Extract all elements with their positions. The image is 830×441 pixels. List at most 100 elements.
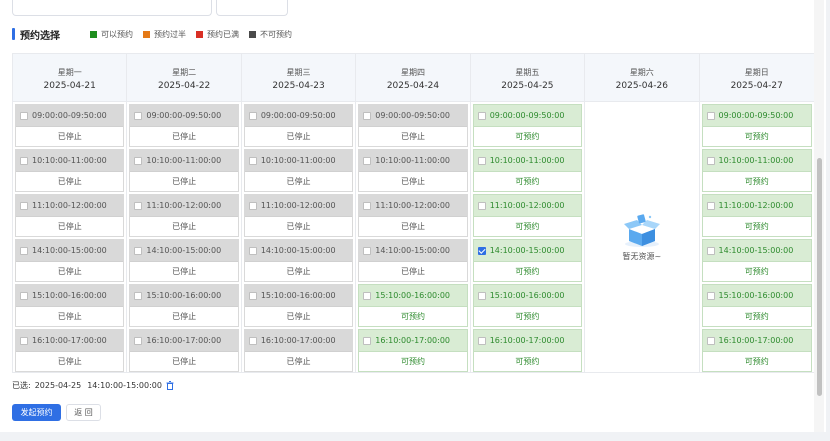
slot-header: 15:10:00-16:00:00 [702, 285, 811, 306]
slot-status: 可预约 [702, 261, 811, 281]
submit-booking-button[interactable]: 发起预约 [12, 404, 61, 421]
weekday-label: 星期五 [515, 68, 540, 77]
slot-time: 16:10:00-17:00:00 [489, 336, 565, 345]
time-slot[interactable]: 15:10:00-16:00:00 可预约 [701, 284, 812, 327]
day-header: 星期二 2025-04-22 [127, 54, 241, 102]
time-slot[interactable]: 10:10:00-11:00:00 可预约 [701, 149, 812, 192]
slot-status: 已停止 [244, 261, 353, 281]
slot-checkbox[interactable] [706, 156, 715, 165]
back-button[interactable]: 返 回 [66, 404, 101, 421]
delete-icon[interactable] [166, 381, 174, 390]
slot-checkbox[interactable] [477, 291, 486, 300]
slot-status: 已停止 [244, 126, 353, 146]
slot-checkbox[interactable] [706, 291, 715, 300]
date-label: 2025-04-21 [43, 81, 96, 91]
slot-time: 10:10:00-11:00:00 [718, 156, 794, 165]
legend-row: 预约选择 可以预约 预约过半 预约已满 不可预约 [12, 26, 302, 42]
time-slot: 10:10:00-11:00:00 已停止 [358, 149, 468, 192]
slot-status: 已停止 [244, 351, 353, 371]
slot-checkbox [20, 336, 28, 345]
slot-checkbox [363, 246, 372, 255]
slot-time: 16:10:00-17:00:00 [260, 336, 336, 345]
section-accent [12, 28, 15, 40]
day-column: 星期日 2025-04-27 09:00:00-09:50:00 可预约 10:10:0… [699, 54, 814, 372]
slot-time: 15:10:00-16:00:00 [489, 291, 565, 300]
slot-checkbox[interactable] [706, 111, 715, 120]
slot-time: 09:00:00-09:50:00 [718, 111, 794, 120]
time-slot: 09:00:00-09:50:00 已停止 [243, 104, 354, 147]
slot-header: 09:00:00-09:50:00 [473, 105, 582, 126]
time-slot[interactable]: 15:10:00-16:00:00 可预约 [472, 284, 583, 327]
slot-status: 已停止 [16, 306, 124, 326]
slot-status: 可预约 [473, 351, 582, 371]
time-slot[interactable]: 14:10:00-15:00:00 可预约 [701, 239, 812, 282]
time-slot[interactable]: 11:10:00-12:00:00 可预约 [472, 194, 583, 237]
slot-status: 可预约 [702, 306, 811, 326]
time-slot[interactable]: 10:10:00-11:00:00 可预约 [472, 149, 583, 192]
slot-checkbox[interactable] [706, 246, 715, 255]
slot-checkbox[interactable] [477, 246, 486, 255]
slot-list: 09:00:00-09:50:00 可预约 10:10:00-11:00:00 可预约… [700, 102, 814, 372]
slot-checkbox [20, 111, 28, 120]
time-slot[interactable]: 15:10:00-16:00:00 可预约 [358, 284, 468, 327]
selected-summary: 已选: 2025-04-25 14:10:00-15:00:00 [12, 380, 174, 391]
slot-time: 15:10:00-16:00:00 [32, 291, 107, 300]
slot-time: 14:10:00-15:00:00 [718, 246, 794, 255]
slot-time: 14:10:00-15:00:00 [32, 246, 107, 255]
selected-time: 14:10:00-15:00:00 [87, 381, 162, 390]
slot-checkbox[interactable] [477, 336, 486, 345]
slot-header: 14:10:00-15:00:00 [16, 240, 124, 261]
slot-checkbox [363, 201, 372, 210]
time-slot: 16:10:00-17:00:00 已停止 [15, 329, 125, 372]
slot-checkbox[interactable] [477, 111, 486, 120]
slot-checkbox [134, 291, 143, 300]
slot-checkbox [248, 156, 257, 165]
empty-state: 暂无资源~ [585, 102, 698, 372]
slot-status: 已停止 [130, 306, 238, 326]
slot-time: 16:10:00-17:00:00 [32, 336, 107, 345]
legend-items: 可以预约 预约过半 预约已满 不可预约 [90, 29, 302, 40]
date-label: 2025-04-26 [615, 81, 668, 91]
time-slot: 14:10:00-15:00:00 已停止 [243, 239, 354, 282]
slot-checkbox [248, 336, 257, 345]
top-pager[interactable] [216, 0, 288, 16]
slot-checkbox[interactable] [706, 201, 715, 210]
slot-checkbox[interactable] [706, 336, 715, 345]
slot-header: 09:00:00-09:50:00 [359, 105, 467, 126]
slot-status: 已停止 [244, 216, 353, 236]
time-slot[interactable]: 16:10:00-17:00:00 可预约 [358, 329, 468, 372]
slot-status: 可预约 [473, 216, 582, 236]
slot-status: 可预约 [473, 306, 582, 326]
slot-header: 16:10:00-17:00:00 [244, 330, 353, 351]
top-input[interactable] [12, 0, 212, 16]
slot-status: 已停止 [130, 216, 238, 236]
legend-item: 不可预约 [249, 29, 292, 40]
time-slot: 16:10:00-17:00:00 已停止 [243, 329, 354, 372]
slot-header: 14:10:00-15:00:00 [702, 240, 811, 261]
slot-checkbox[interactable] [363, 291, 372, 300]
date-label: 2025-04-25 [501, 81, 554, 91]
slot-time: 10:10:00-11:00:00 [32, 156, 107, 165]
slot-time: 16:10:00-17:00:00 [146, 336, 222, 345]
slot-time: 09:00:00-09:50:00 [32, 111, 107, 120]
slot-checkbox [20, 156, 28, 165]
date-label: 2025-04-24 [386, 81, 440, 91]
scrollbar-thumb[interactable] [817, 158, 822, 396]
time-slot[interactable]: 14:10:00-15:00:00 可预约 [472, 239, 583, 282]
day-column: 星期六 2025-04-26 暂无资源~ [585, 54, 700, 372]
time-slot[interactable]: 16:10:00-17:00:00 可预约 [701, 329, 812, 372]
slot-checkbox [134, 336, 143, 345]
slot-header: 11:10:00-12:00:00 [473, 195, 582, 216]
time-slot[interactable]: 09:00:00-09:50:00 可预约 [472, 104, 583, 147]
legend-swatch [143, 30, 150, 38]
slot-header: 10:10:00-11:00:00 [244, 150, 353, 171]
slot-checkbox[interactable] [363, 336, 372, 345]
slot-checkbox[interactable] [477, 156, 486, 165]
slot-checkbox[interactable] [477, 201, 486, 210]
slot-header: 16:10:00-17:00:00 [130, 330, 238, 351]
time-slot[interactable]: 09:00:00-09:50:00 可预约 [701, 104, 812, 147]
slot-status: 已停止 [16, 126, 124, 146]
time-slot[interactable]: 11:10:00-12:00:00 可预约 [701, 194, 812, 237]
time-slot[interactable]: 16:10:00-17:00:00 可预约 [472, 329, 583, 372]
slot-checkbox [20, 291, 28, 300]
